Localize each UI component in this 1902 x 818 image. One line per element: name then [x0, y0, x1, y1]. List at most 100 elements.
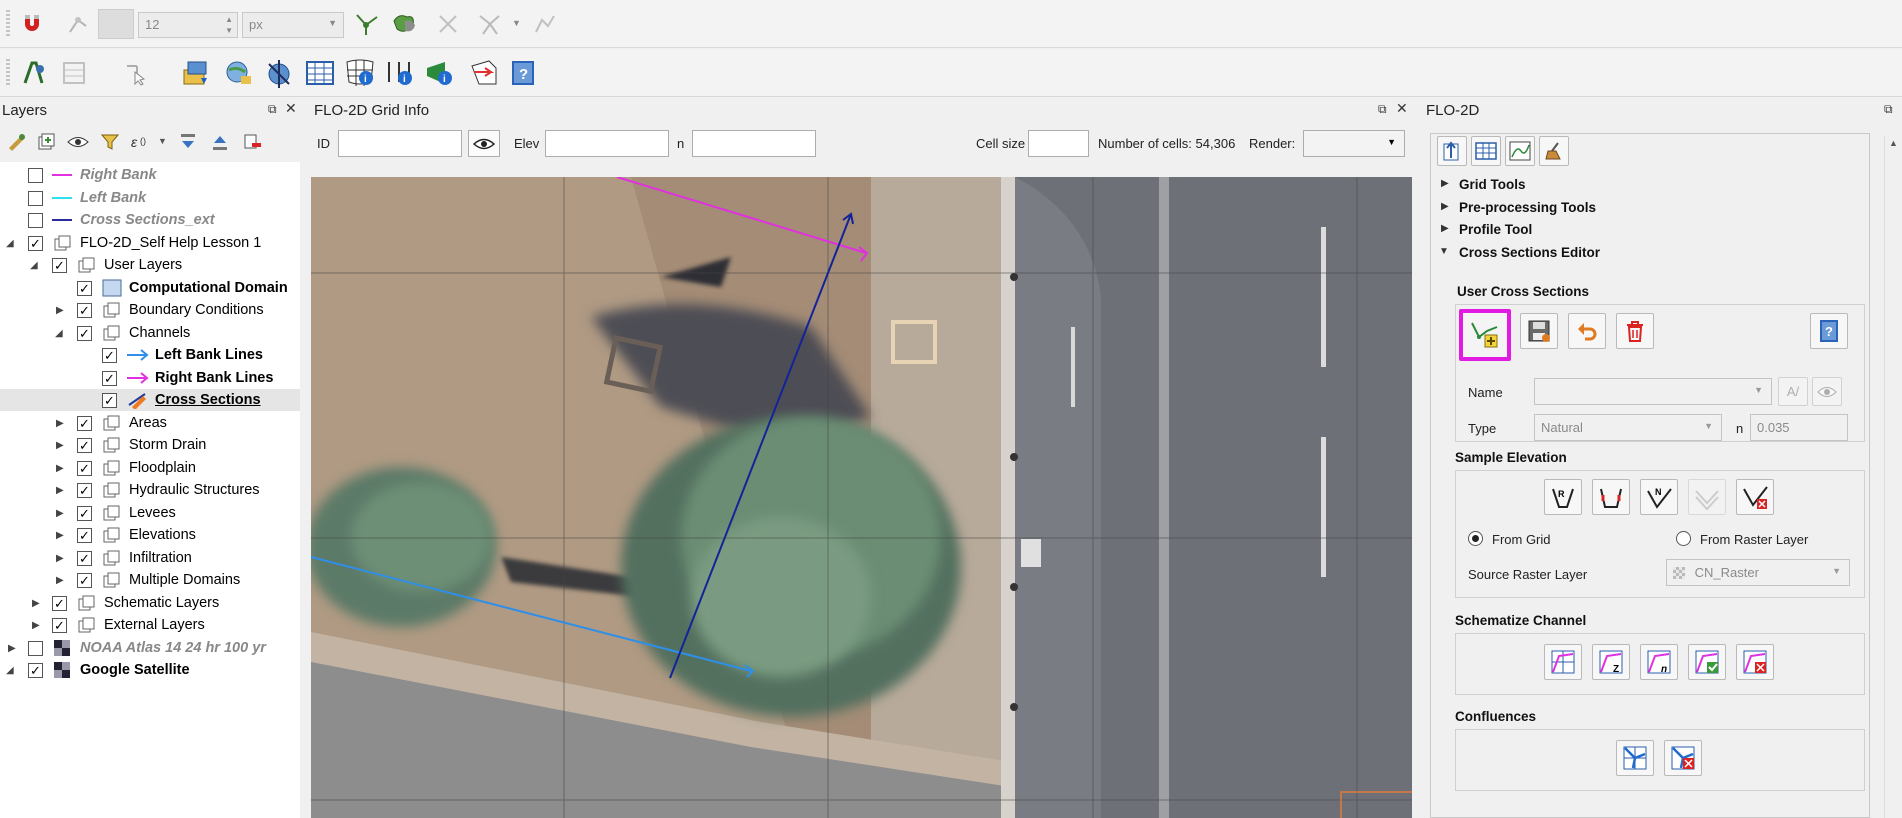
expand-arrow-icon[interactable]: ▶ — [8, 643, 16, 654]
from-raster-radio[interactable] — [1676, 531, 1691, 546]
layer-noaa-atlas[interactable]: ▶ NOAA Atlas 14 24 hr 100 yr — [0, 637, 300, 659]
layer-cross-sections-ext[interactable]: Cross Sections_ext — [0, 209, 300, 231]
flow-direction-icon[interactable] — [468, 57, 500, 89]
schematize-z-button[interactable]: Z — [1592, 644, 1630, 680]
layer-checkbox[interactable]: ✓ — [77, 460, 92, 476]
collapse-arrow-icon[interactable]: ◢ — [30, 260, 38, 271]
add-cross-section-button[interactable] — [1459, 309, 1511, 361]
layer-checkbox[interactable]: ✓ — [102, 392, 117, 408]
layer-checkbox[interactable] — [28, 212, 43, 228]
avoid-overlap-icon[interactable] — [390, 8, 422, 40]
section-cross-sections-editor[interactable]: Cross Sections Editor — [1459, 245, 1600, 260]
layer-group-floodplain[interactable]: ▶ ✓ Floodplain — [0, 457, 300, 479]
from-grid-radio[interactable] — [1468, 531, 1483, 546]
collapse-arrow-icon[interactable]: ◢ — [6, 665, 14, 676]
layer-checkbox[interactable]: ✓ — [77, 482, 92, 498]
topology-editing-icon[interactable] — [350, 8, 382, 40]
layer-checkbox[interactable] — [28, 167, 43, 183]
layer-group-levees[interactable]: ▶ ✓ Levees — [0, 502, 300, 524]
layer-checkbox[interactable]: ✓ — [77, 302, 92, 318]
help-icon[interactable]: ? — [508, 57, 540, 89]
layer-right-bank-lines[interactable]: ✓ Right Bank Lines — [0, 367, 300, 389]
elev-field[interactable] — [545, 130, 669, 157]
layer-checkbox[interactable]: ✓ — [77, 280, 92, 296]
expand-arrow-icon[interactable]: ▶ — [56, 485, 64, 496]
layer-group-flo2d[interactable]: ◢ ✓ FLO-2D_Self Help Lesson 1 — [0, 232, 300, 254]
snap-unit-dropdown[interactable]: px ▼ — [242, 12, 344, 38]
magnet-icon[interactable] — [16, 8, 48, 40]
close-icon[interactable]: ✕ — [285, 100, 297, 117]
id-field[interactable] — [338, 130, 462, 157]
layer-checkbox[interactable]: ✓ — [77, 572, 92, 588]
layer-checkbox[interactable]: ✓ — [77, 550, 92, 566]
delete-confluence-button[interactable] — [1664, 740, 1702, 776]
cross-section-type-dropdown[interactable]: Natural ▼ — [1534, 414, 1722, 441]
clear-tool-button[interactable] — [1539, 136, 1569, 166]
expand-arrow-icon[interactable]: ▶ — [56, 508, 64, 519]
import-gds-icon[interactable] — [180, 57, 212, 89]
n-field[interactable] — [692, 130, 816, 157]
float-panel-icon[interactable]: ⧉ — [1378, 102, 1387, 117]
plot-viewer-button[interactable] — [1505, 136, 1535, 166]
toolbar-grip[interactable] — [6, 59, 10, 87]
table-editor-icon[interactable] — [304, 57, 336, 89]
expand-arrow-icon[interactable]: ▶ — [32, 598, 40, 609]
layer-right-bank[interactable]: Right Bank — [0, 164, 300, 186]
layer-group-storm-drain[interactable]: ▶ ✓ Storm Drain — [0, 434, 300, 456]
layer-checkbox[interactable]: ✓ — [52, 257, 67, 273]
expand-arrow-icon[interactable]: ▶ — [56, 305, 64, 316]
sample-elev-n-button[interactable]: N — [1640, 479, 1678, 515]
sample-elev-disabled-button[interactable] — [1688, 479, 1726, 515]
collapse-all-icon[interactable] — [206, 126, 234, 158]
layer-checkbox[interactable]: ✓ — [52, 595, 67, 611]
expand-arrow-icon[interactable]: ▶ — [56, 553, 64, 564]
manning-n-field[interactable]: 0.035 — [1750, 414, 1848, 441]
revert-changes-button[interactable] — [1568, 313, 1606, 349]
layer-group-multiple-domains[interactable]: ▶ ✓ Multiple Domains — [0, 569, 300, 591]
scroll-up-icon[interactable]: ▲ — [1889, 138, 1898, 148]
layer-google-satellite[interactable]: ◢ ✓ Google Satellite — [0, 659, 300, 681]
save-cross-section-button[interactable] — [1520, 313, 1558, 349]
layer-left-bank[interactable]: Left Bank — [0, 187, 300, 209]
close-icon[interactable]: ✕ — [1396, 100, 1408, 117]
float-panel-icon[interactable]: ⧉ — [268, 102, 277, 117]
collapse-arrow-icon[interactable]: ◢ — [55, 328, 63, 339]
source-raster-dropdown[interactable]: CN_Raster ▼ — [1666, 559, 1850, 586]
collapse-arrow-icon[interactable]: ▼ — [1439, 246, 1449, 257]
layer-group-external-layers[interactable]: ▶ ✓ External Layers — [0, 614, 300, 636]
set-control-params-button[interactable] — [1437, 136, 1467, 166]
layer-group-user-layers[interactable]: ◢ ✓ User Layers — [0, 254, 300, 276]
expand-arrow-icon[interactable]: ▶ — [56, 530, 64, 541]
channel-info-icon[interactable]: i — [384, 57, 416, 89]
layer-checkbox[interactable]: ✓ — [77, 325, 92, 341]
layer-checkbox[interactable]: ✓ — [77, 415, 92, 431]
layer-checkbox[interactable] — [28, 640, 43, 656]
snap-vertex-icon[interactable] — [62, 8, 94, 40]
collapse-arrow-icon[interactable]: ◢ — [6, 238, 14, 249]
section-preprocessing-tools[interactable]: Pre-processing Tools — [1459, 200, 1596, 215]
layer-computational-domain[interactable]: ✓ Computational Domain — [0, 277, 300, 299]
float-panel-icon[interactable]: ⧉ — [1884, 102, 1893, 117]
layer-checkbox[interactable]: ✓ — [77, 527, 92, 543]
expand-all-icon[interactable] — [174, 126, 202, 158]
render-dropdown[interactable]: ▼ — [1303, 130, 1405, 157]
snap-type-button[interactable] — [98, 9, 134, 39]
section-profile-tool[interactable]: Profile Tool — [1459, 222, 1532, 237]
add-group-icon[interactable] — [32, 126, 60, 158]
layer-group-hydraulic-structures[interactable]: ▶ ✓ Hydraulic Structures — [0, 479, 300, 501]
tracing-icon[interactable] — [528, 8, 560, 40]
layer-group-elevations[interactable]: ▶ ✓ Elevations — [0, 524, 300, 546]
delete-cross-section-button[interactable] — [1616, 313, 1654, 349]
layer-checkbox[interactable]: ✓ — [102, 347, 117, 363]
table-editor-button[interactable] — [1471, 136, 1501, 166]
flo2d-settings-icon[interactable] — [18, 57, 50, 89]
expand-arrow-icon[interactable]: ▶ — [56, 575, 64, 586]
expand-arrow-icon[interactable]: ▶ — [1441, 178, 1449, 189]
vertical-scrollbar[interactable]: ▲ — [1884, 136, 1902, 818]
cross-section-name-dropdown[interactable]: ▼ — [1534, 378, 1772, 405]
schematize-button[interactable] — [1544, 644, 1582, 680]
export-gds-icon[interactable] — [222, 57, 254, 89]
remove-layer-icon[interactable] — [238, 126, 266, 158]
info-tool-icon[interactable]: i — [424, 57, 456, 89]
intersection-icon[interactable] — [432, 8, 464, 40]
